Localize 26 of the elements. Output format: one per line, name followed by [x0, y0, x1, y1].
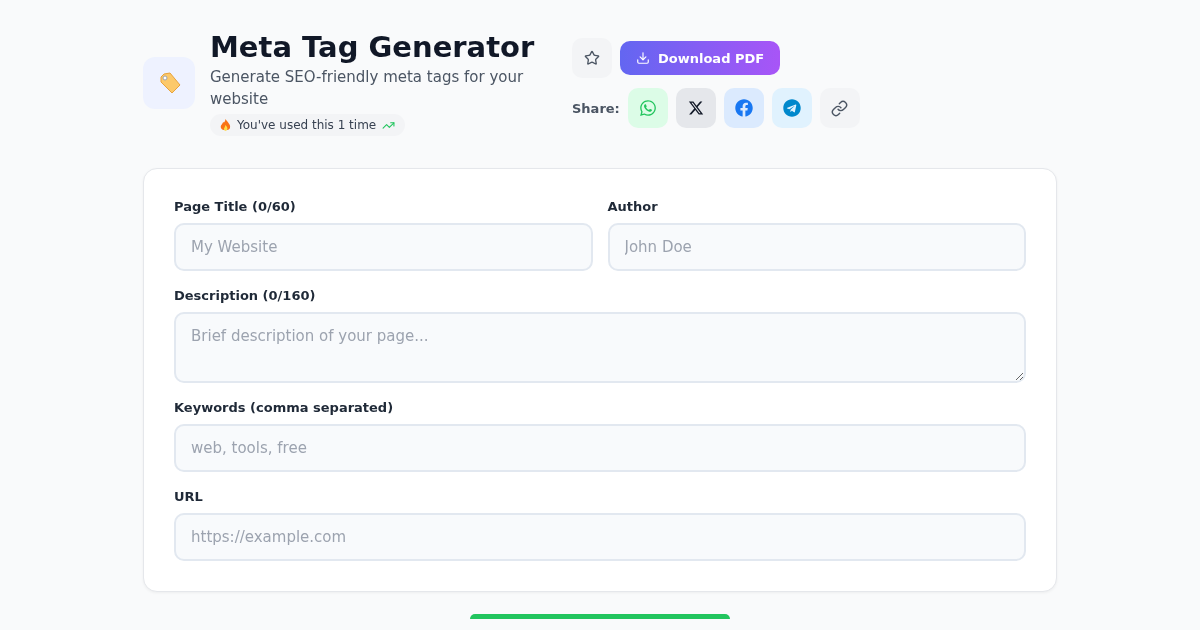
download-icon — [636, 51, 650, 65]
link-icon — [831, 99, 849, 117]
x-icon — [687, 100, 704, 116]
download-pdf-button[interactable]: Download PDF — [620, 41, 781, 75]
field-label: Page Title (0/60) — [174, 199, 297, 214]
input-field[interactable]: https://example.com — [174, 513, 1026, 561]
page-title: Meta Tag Generator — [210, 30, 535, 64]
usage-text: You've used this 1 time — [237, 118, 377, 132]
field-label: URL — [174, 489, 204, 504]
flame-icon — [220, 118, 231, 132]
input-field[interactable]: web, tools, free — [174, 424, 1026, 472]
input-field[interactable]: John Doe — [607, 223, 1026, 271]
whatsapp-icon — [638, 99, 657, 117]
field-label: Author — [607, 199, 659, 214]
facebook-icon — [734, 99, 753, 117]
page-subtitle: Generate SEO-friendly meta tags for your website — [210, 67, 525, 110]
input-field[interactable]: My Website — [174, 223, 593, 271]
telegram-icon — [782, 99, 801, 117]
share-label: Share: — [572, 100, 620, 116]
star-icon — [584, 50, 600, 66]
field-label: Description (0/160) — [174, 288, 317, 303]
text-area[interactable]: Brief description of your page... — [174, 312, 1026, 383]
field-label: Keywords (comma separated) — [174, 400, 395, 415]
favorite-button[interactable] — [572, 38, 612, 78]
share-button[interactable] — [819, 88, 860, 128]
share-button[interactable] — [675, 88, 716, 128]
